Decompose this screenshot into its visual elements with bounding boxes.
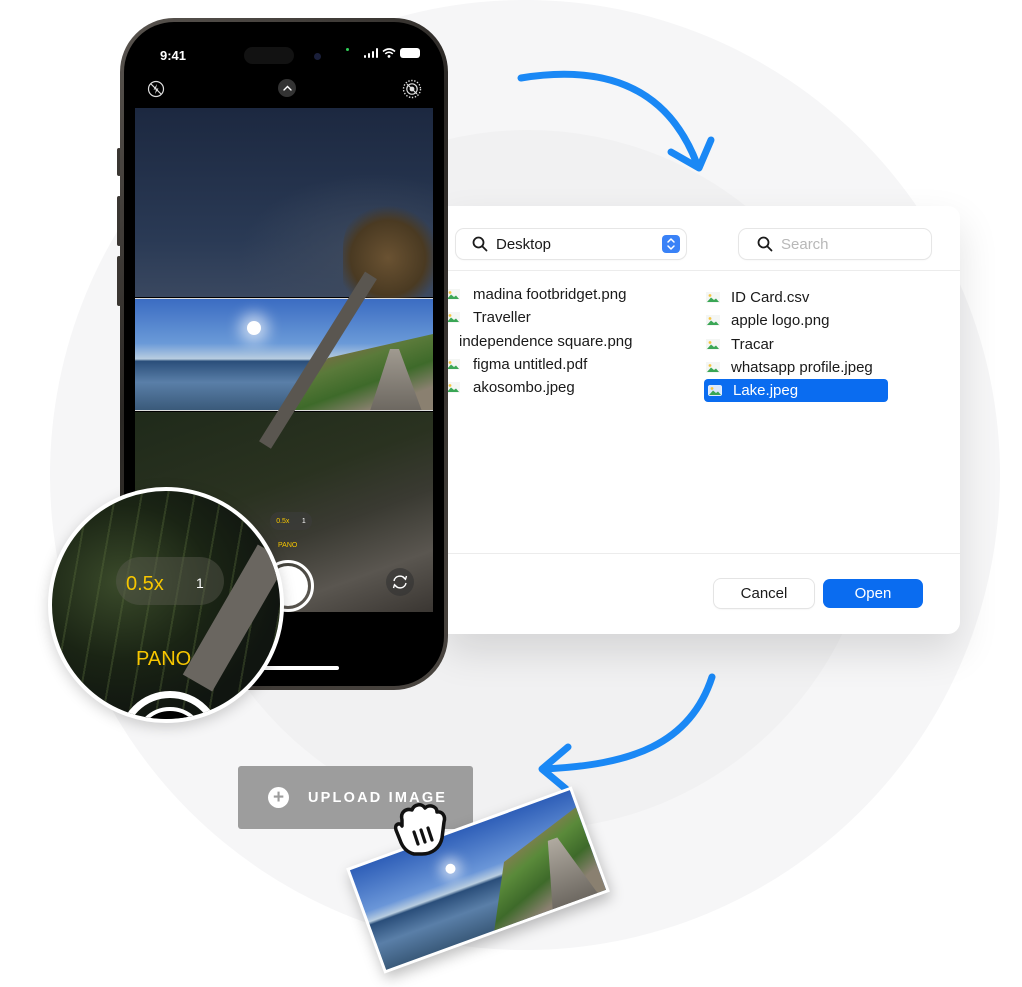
file-list-item[interactable]: akosombo.jpeg [446, 376, 630, 399]
chevron-up-icon[interactable] [278, 79, 296, 97]
search-icon [757, 236, 773, 252]
status-bar: 9:41 [124, 22, 444, 82]
image-file-icon [446, 312, 460, 324]
grab-hand-cursor-icon [393, 803, 447, 856]
panorama-preview-strip [135, 298, 433, 411]
battery-icon [400, 48, 420, 58]
magnified-zoom-0.5x: 0.5x [126, 573, 164, 595]
sun [444, 862, 457, 876]
file-list-item[interactable]: figma untitled.pdf [446, 353, 630, 376]
file-list-item[interactable]: whatsapp profile.jpeg [704, 356, 888, 379]
file-list-item[interactable]: madina footbridget.png [446, 283, 630, 306]
arrow-to-upload-icon [538, 673, 716, 793]
location-label: Desktop [496, 235, 552, 253]
camera-flip-icon[interactable] [386, 568, 414, 596]
zoom-1x[interactable]: 1 [302, 518, 306, 525]
image-file-icon [706, 292, 720, 304]
image-file-icon [706, 315, 720, 327]
file-name: akosombo.jpeg [473, 379, 575, 397]
file-name: ID Card.csv [731, 289, 810, 307]
plus-circle-icon: + [268, 787, 289, 808]
zoom-magnifier-callout: 0.5x 1 PANO [48, 487, 284, 723]
image-file-icon [708, 385, 722, 397]
file-name: independence square.png [459, 332, 633, 350]
flash-off-icon[interactable] [146, 79, 166, 99]
magnified-mode-label: PANO [136, 648, 192, 670]
open-button[interactable]: Open [823, 579, 923, 608]
cancel-button[interactable]: Cancel [714, 579, 814, 608]
file-list-item[interactable]: apple logo.png [704, 309, 888, 332]
wifi-icon [382, 48, 396, 58]
sun [247, 321, 261, 335]
front-camera [314, 53, 321, 60]
file-name: figma untitled.pdf [473, 356, 588, 374]
image-file-icon [446, 359, 460, 371]
image-file-icon [446, 289, 460, 301]
file-list-left: madina footbridget.png Traveller independe… [446, 283, 633, 399]
file-list-item[interactable]: Traveller [446, 306, 630, 329]
location-dropdown[interactable]: Desktop [456, 229, 686, 259]
camera-mode-label[interactable]: PANO [278, 542, 297, 549]
file-name: apple logo.png [731, 312, 830, 330]
file-name: Lake.jpeg [733, 382, 799, 400]
file-list-item[interactable]: Lake.jpeg [704, 379, 888, 403]
search-field[interactable] [739, 229, 931, 259]
file-list-item[interactable]: Tracar [704, 333, 888, 356]
search-input[interactable] [781, 235, 921, 253]
file-list-item[interactable]: ID Card.csv [704, 286, 888, 309]
file-name: Traveller [473, 309, 531, 327]
live-photo-off-icon[interactable] [402, 79, 422, 99]
status-time: 9:41 [160, 48, 187, 63]
image-file-icon [706, 338, 720, 350]
chevron-updown-icon[interactable] [662, 235, 680, 253]
file-name: madina footbridget.png [473, 286, 627, 304]
image-file-icon [706, 362, 720, 374]
file-list-item[interactable]: independence square.png [446, 330, 633, 353]
search-icon [472, 236, 488, 252]
file-open-dialog: Desktop madina footbridget.png Traveller i… [446, 206, 960, 634]
image-file-icon [446, 382, 460, 394]
camera-in-use-indicator [346, 48, 349, 51]
divider [446, 553, 960, 554]
file-list-right: ID Card.csv apple logo.png Tracar whatsapp … [704, 286, 888, 403]
dynamic-island [244, 47, 294, 64]
divider [446, 270, 960, 271]
arrow-to-dialog-icon [517, 70, 715, 172]
magnified-zoom-1x: 1 [196, 575, 204, 591]
file-name: whatsapp profile.jpeg [731, 359, 873, 377]
cellular-signal-icon [363, 48, 378, 58]
file-name: Tracar [731, 335, 774, 353]
